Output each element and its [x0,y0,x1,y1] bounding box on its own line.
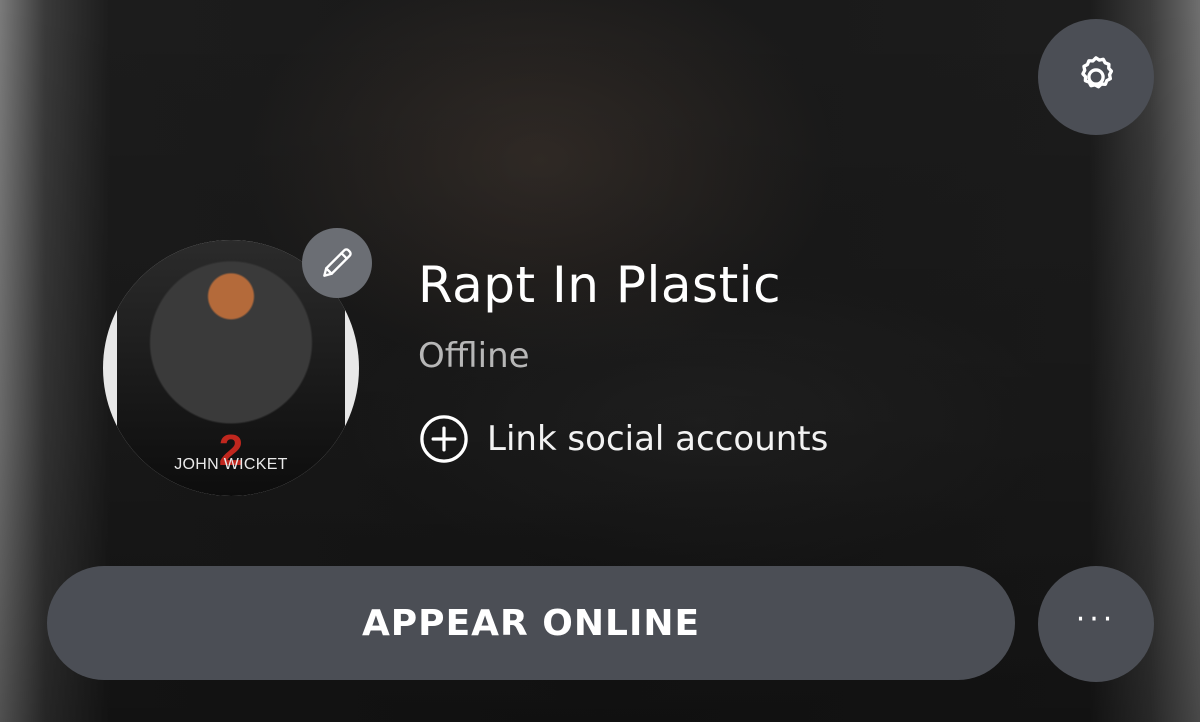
ellipsis-icon: ··· [1075,601,1117,637]
plus-circle-icon [420,415,468,463]
avatar-poster-title: JOHN WICKET [174,456,288,473]
presence-status: Offline [418,336,530,376]
more-options-button[interactable]: ··· [1038,566,1154,682]
appear-online-button[interactable]: APPEAR ONLINE [47,566,1015,680]
appear-online-label: APPEAR ONLINE [361,602,701,644]
avatar-container: 2 JOHN WICKET [103,228,372,496]
pencil-icon [323,248,352,277]
settings-button[interactable] [1038,19,1154,135]
profile-screen: 2 JOHN WICKET Rapt In Plastic Offline Li… [0,0,1200,722]
link-social-accounts-button[interactable]: Link social accounts [418,412,828,466]
gear-icon [1081,56,1114,89]
edit-avatar-button[interactable] [302,228,372,298]
gamertag: Rapt In Plastic [418,256,782,314]
link-social-accounts-label: Link social accounts [487,419,829,459]
